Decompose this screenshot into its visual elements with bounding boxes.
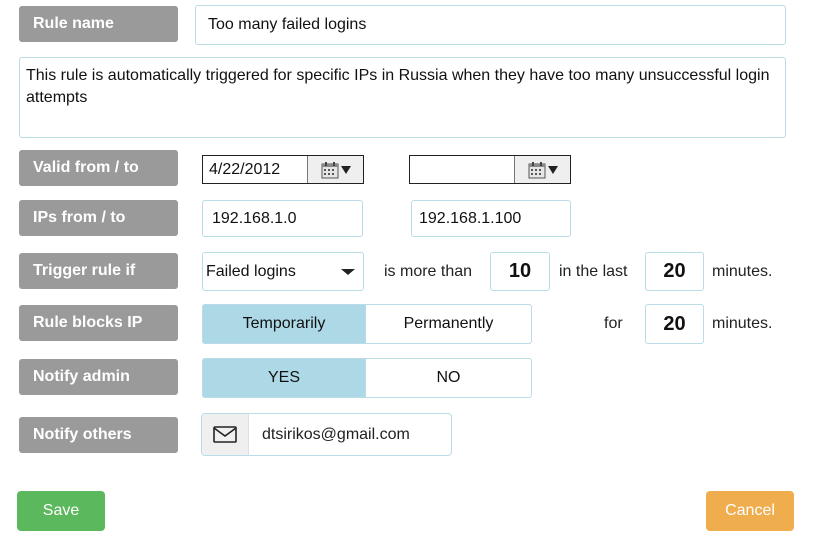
trigger-rule-label: Trigger rule if — [19, 253, 178, 289]
calendar-icon — [321, 161, 338, 178]
notify-admin-yes[interactable]: YES — [202, 358, 366, 398]
ip-from-input[interactable]: 192.168.1.0 — [202, 200, 363, 237]
valid-from-date-field[interactable]: 4/22/2012 — [202, 155, 364, 184]
rule-blocks-ip-label: Rule blocks IP — [19, 305, 178, 341]
temporarily-option[interactable]: Temporarily — [202, 304, 366, 344]
trigger-count-input[interactable]: 10 — [490, 252, 550, 291]
save-button[interactable]: Save — [17, 491, 105, 531]
chevron-down-icon — [341, 269, 355, 275]
ip-to-input[interactable]: 192.168.1.100 — [411, 200, 571, 237]
notify-others-email-value: dtsirikos@gmail.com — [262, 425, 410, 443]
rule-name-label: Rule name — [19, 6, 178, 42]
notify-admin-toggle: YES NO — [202, 358, 532, 398]
block-minutes-label: minutes. — [712, 315, 773, 332]
notify-others-label: Notify others — [19, 417, 178, 453]
notify-others-email-field[interactable]: dtsirikos@gmail.com — [201, 413, 452, 456]
valid-to-calendar-button[interactable] — [514, 156, 570, 183]
block-duration-toggle: Temporarily Permanently — [202, 304, 532, 344]
email-addon — [202, 414, 249, 455]
description-textarea[interactable]: This rule is automatically triggered for… — [19, 57, 786, 138]
notify-admin-no[interactable]: NO — [366, 358, 532, 398]
notify-admin-label: Notify admin — [19, 359, 178, 395]
cancel-button[interactable]: Cancel — [706, 491, 794, 531]
calendar-icon — [528, 161, 545, 178]
valid-from-calendar-button[interactable] — [307, 156, 363, 183]
envelope-icon — [213, 426, 237, 443]
rule-name-input[interactable]: Too many failed logins — [195, 5, 786, 45]
valid-from-to-label: Valid from / to — [19, 150, 178, 186]
for-label: for — [604, 315, 623, 332]
valid-from-value: 4/22/2012 — [209, 160, 281, 178]
trigger-condition-select[interactable]: Failed logins — [202, 252, 364, 291]
caret-down-icon — [340, 165, 351, 174]
trigger-condition-value: Failed logins — [206, 262, 296, 280]
caret-down-icon — [547, 165, 558, 174]
valid-to-date-field[interactable] — [409, 155, 571, 184]
trigger-minutes-label: minutes. — [712, 262, 773, 280]
block-minutes-input[interactable]: 20 — [645, 304, 704, 344]
permanently-option[interactable]: Permanently — [366, 304, 532, 344]
in-the-last-label: in the last — [559, 262, 628, 280]
ips-from-to-label: IPs from / to — [19, 200, 178, 236]
trigger-minutes-input[interactable]: 20 — [645, 252, 704, 291]
is-more-than-label: is more than — [384, 262, 473, 280]
